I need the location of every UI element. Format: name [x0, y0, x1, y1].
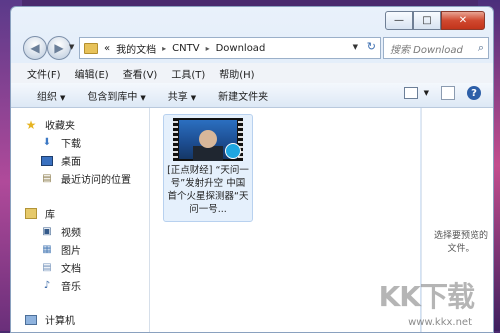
sidebar-item-videos[interactable]: ▣ 视频: [41, 224, 81, 239]
computer-icon: [25, 314, 37, 325]
minimize-button[interactable]: —: [385, 11, 413, 30]
menu-edit[interactable]: 编辑(E): [75, 66, 109, 81]
share-button[interactable]: 共享 ▼: [168, 88, 196, 103]
breadcrumb-chevron-icon[interactable]: ▸: [162, 44, 166, 53]
sidebar-item-desktop[interactable]: 桌面: [41, 153, 81, 168]
minimize-icon: —: [394, 15, 404, 26]
preview-pane-button[interactable]: [441, 86, 455, 100]
recent-pages-dropdown[interactable]: ▼: [69, 43, 74, 51]
menu-file[interactable]: 文件(F): [27, 66, 61, 81]
file-name: [正点财经] “天问一号”发射升空 中国首个火星探测器“天问一号...: [167, 165, 249, 215]
navigation-pane: ★ 收藏夹 ⬇ 下载 桌面 ▤ 最近访问的位置 库 ▣ 视频 ▦ 图片 ▤ 文档…: [11, 108, 150, 332]
film-strip-left: [173, 118, 178, 161]
desktop-icon: [41, 155, 53, 166]
breadcrumb-download[interactable]: Download: [216, 43, 266, 54]
address-dropdown-icon[interactable]: ▼: [353, 43, 358, 51]
libraries-label: 库: [45, 210, 55, 221]
site-watermark-logo: KK下载: [378, 280, 475, 313]
back-button[interactable]: ◀: [23, 36, 47, 60]
chevron-down-icon: ▼: [60, 93, 66, 102]
sidebar-item-documents[interactable]: ▤ 文档: [41, 260, 81, 275]
media-player-icon: [225, 143, 241, 159]
share-label: 共享: [167, 91, 188, 103]
command-bar: 组织 ▼ 包含到库中 ▼ 共享 ▼ 新建文件夹 ▼ ?: [11, 83, 493, 108]
chevron-down-icon: ▼: [140, 93, 146, 102]
sidebar-libraries[interactable]: 库: [25, 206, 55, 221]
video-thumbnail: [173, 118, 243, 161]
library-icon: [25, 208, 37, 219]
sidebar-computer[interactable]: 计算机: [25, 312, 75, 327]
site-watermark-url: www.kkx.net: [408, 317, 472, 328]
close-icon: ✕: [458, 15, 468, 26]
sidebar-item-recent[interactable]: ▤ 最近访问的位置: [41, 171, 131, 186]
sidebar-item-downloads[interactable]: ⬇ 下载: [41, 135, 81, 150]
sidebar-item-pictures[interactable]: ▦ 图片: [41, 242, 81, 257]
breadcrumb-mydocs[interactable]: 我的文档: [116, 41, 156, 56]
address-overflow[interactable]: «: [104, 43, 110, 54]
include-label: 包含到库中: [87, 91, 138, 103]
navigation-bar: ◀ ▶ ▼ « 我的文档 ▸ CNTV ▸ Download ▼ ↻ 搜索 Do…: [11, 35, 493, 61]
presenter-head: [199, 130, 217, 148]
search-box[interactable]: 搜索 Download ⌕: [383, 37, 489, 59]
sidebar-item-label: 文档: [61, 264, 81, 275]
include-in-library-button[interactable]: 包含到库中 ▼: [87, 88, 145, 103]
view-icon[interactable]: [403, 87, 418, 99]
search-input[interactable]: 搜索 Download: [390, 41, 463, 56]
new-folder-button[interactable]: 新建文件夹: [218, 88, 268, 103]
sidebar-item-label: 音乐: [61, 282, 81, 293]
search-icon[interactable]: ⌕: [478, 41, 484, 55]
help-icon[interactable]: ?: [467, 86, 481, 100]
forward-button[interactable]: ▶: [47, 36, 71, 60]
preview-message: 选择要预览的文件。: [433, 231, 488, 254]
video-library-icon: ▣: [42, 226, 52, 237]
favorites-label: 收藏夹: [45, 121, 75, 132]
download-folder-icon: ⬇: [42, 137, 52, 148]
refresh-icon[interactable]: ↻: [367, 40, 376, 53]
sidebar-item-label: 图片: [61, 246, 81, 257]
arrow-left-icon: ◀: [30, 41, 40, 55]
view-controls: ▼ ?: [403, 86, 481, 100]
maximize-button[interactable]: □: [413, 11, 441, 30]
arrow-right-icon: ▶: [54, 41, 64, 55]
menu-help[interactable]: 帮助(H): [219, 66, 254, 81]
maximize-icon: □: [422, 15, 432, 26]
music-library-icon: ♪: [43, 280, 51, 291]
recent-places-icon: ▤: [42, 173, 52, 184]
close-button[interactable]: ✕: [441, 11, 485, 30]
computer-label: 计算机: [45, 316, 75, 327]
menu-tools[interactable]: 工具(T): [171, 66, 205, 81]
sidebar-item-label: 视频: [61, 228, 81, 239]
menu-view[interactable]: 查看(V): [123, 66, 158, 81]
view-dropdown-icon[interactable]: ▼: [424, 89, 429, 97]
breadcrumb-cntv[interactable]: CNTV: [172, 43, 199, 54]
picture-library-icon: ▦: [42, 244, 52, 255]
chevron-down-icon: ▼: [190, 93, 197, 102]
caption-buttons: — □ ✕: [385, 11, 485, 30]
document-library-icon: ▤: [42, 262, 52, 273]
organize-label: 组织: [37, 91, 57, 103]
sidebar-item-label: 下载: [61, 139, 81, 150]
organize-button[interactable]: 组织 ▼: [37, 88, 65, 103]
presenter-body: [193, 146, 223, 161]
folder-icon: [84, 42, 98, 54]
sidebar-favorites[interactable]: ★ 收藏夹: [25, 117, 75, 133]
address-bar[interactable]: « 我的文档 ▸ CNTV ▸ Download ▼ ↻: [79, 37, 381, 59]
sidebar-item-label: 桌面: [61, 157, 81, 168]
file-item[interactable]: [正点财经] “天问一号”发射升空 中国首个火星探测器“天问一号...: [163, 114, 253, 222]
star-icon: ★: [25, 117, 37, 132]
breadcrumb-chevron-icon[interactable]: ▸: [206, 44, 210, 53]
menu-bar: 文件(F) 编辑(E) 查看(V) 工具(T) 帮助(H): [11, 63, 493, 84]
sidebar-item-label: 最近访问的位置: [61, 175, 131, 186]
sidebar-item-music[interactable]: ♪ 音乐: [41, 278, 81, 293]
